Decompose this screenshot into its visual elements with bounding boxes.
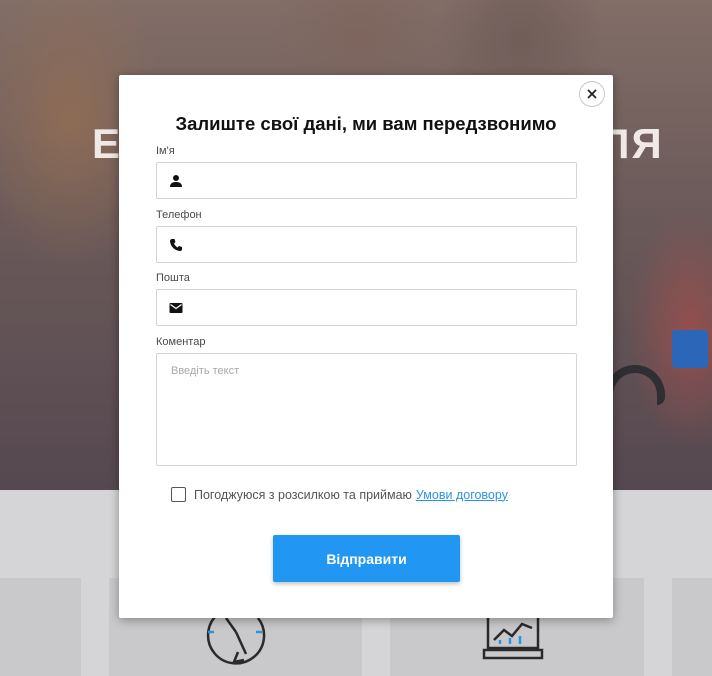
feature-card <box>0 578 81 676</box>
phone-label: Телефон <box>156 209 202 221</box>
consent-text: Погоджуюся з розсилкою та приймаю <box>194 487 412 502</box>
email-input[interactable] <box>195 290 571 325</box>
email-label: Пошта <box>156 272 190 284</box>
name-field-box[interactable] <box>156 162 577 199</box>
comment-label: Коментар <box>156 336 206 348</box>
name-label: Ім'я <box>156 145 175 157</box>
terms-link[interactable]: Умови договору <box>416 488 508 502</box>
close-button[interactable] <box>579 81 605 107</box>
phone-input[interactable] <box>195 227 571 262</box>
consent-row: Погоджуюся з розсилкою та приймаю Умови … <box>171 487 508 502</box>
phone-icon <box>170 239 182 251</box>
callback-modal: Залиште свої дані, ми вам передзвонимо І… <box>119 75 613 618</box>
close-icon <box>587 89 597 99</box>
consent-checkbox[interactable] <box>171 487 186 502</box>
submit-button[interactable]: Відправити <box>273 535 460 582</box>
feature-card <box>672 578 712 676</box>
mug-image <box>672 330 708 368</box>
phone-field-box[interactable] <box>156 226 577 263</box>
name-input[interactable] <box>195 163 571 198</box>
modal-title: Залиште свої дані, ми вам передзвонимо <box>175 113 557 134</box>
email-field-box[interactable] <box>156 289 577 326</box>
comment-textarea[interactable] <box>156 353 577 466</box>
person-icon <box>170 175 182 187</box>
hero-heading-left-fragment: Е <box>92 120 123 167</box>
envelope-icon <box>169 303 183 313</box>
